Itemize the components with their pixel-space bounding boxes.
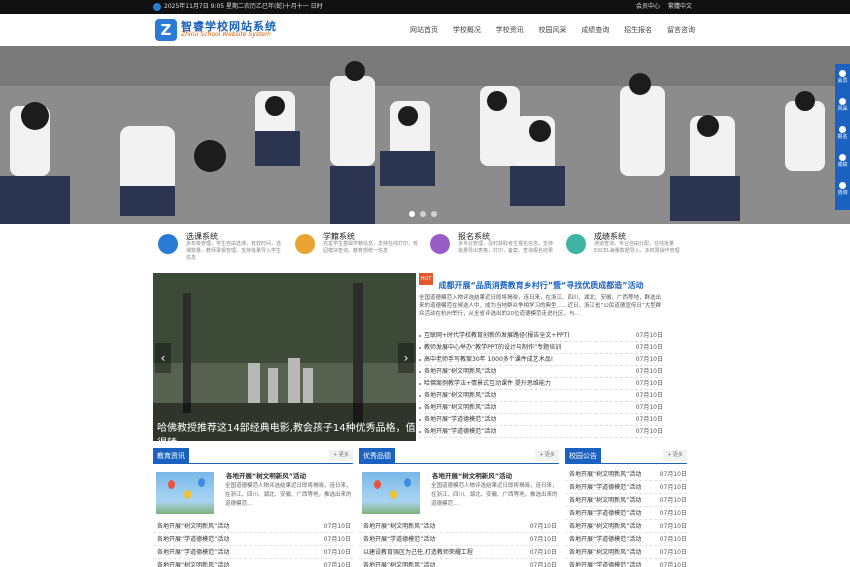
- nav-scores[interactable]: 成绩查询: [581, 23, 609, 37]
- hero-photo: [0, 46, 850, 224]
- column-header: 校园公告 + 更多: [565, 448, 687, 464]
- column-virtues: 优秀品德 + 更多 各地开展“树文明新风”活动 全国道德模范人物评选结果近日即将…: [359, 448, 559, 567]
- hero-dot-2[interactable]: [420, 211, 426, 217]
- balloon-icon: [404, 478, 411, 487]
- balloon-icon: [198, 478, 205, 487]
- list-item[interactable]: 各地开展“学道德模范”活动 07月10日: [565, 507, 687, 520]
- float-scores[interactable]: 成绩: [835, 152, 850, 170]
- balloon-icon: [184, 490, 191, 499]
- featured-summary: 全国道德模范人物评选结果近日即将揭晓，连日来，在浙江、四川、湖北、安徽、广西等地…: [225, 483, 352, 507]
- feature-scores[interactable]: 成绩系统 通道查询，专业自由分配，在线批量EXCEL海量数据导入，多权限操作管理: [561, 228, 691, 268]
- nav-campus[interactable]: 校园风采: [538, 23, 566, 37]
- slider-prev-button[interactable]: ‹: [155, 343, 171, 373]
- site-subtitle: Zhirui School Website System: [181, 31, 271, 38]
- list-item[interactable]: 各地开展“树文明新风”活动 07月10日: [359, 559, 559, 567]
- list-item[interactable]: 各地开展“树文明新风”活动 07月10日: [419, 366, 663, 378]
- chart-icon: [839, 154, 846, 161]
- more-link[interactable]: + 更多: [535, 450, 559, 461]
- nav-news[interactable]: 学校资讯: [496, 23, 524, 37]
- more-link[interactable]: + 更多: [329, 450, 353, 461]
- feature-student-records[interactable]: 学籍系统 完善学生基础学籍信息，支持在线打印，校园模块查询，教育部统一信息: [290, 228, 420, 268]
- float-campus[interactable]: 风采: [835, 96, 850, 114]
- list-item[interactable]: 各地开展“学道德模范”活动 07月10日: [153, 546, 353, 559]
- main-nav: 网站首页 学校概况 学校资讯 校园风采 成绩查询 招生报名 留言咨询: [410, 23, 695, 37]
- nav-about[interactable]: 学校概况: [453, 23, 481, 37]
- column-header: 教育资讯 + 更多: [153, 448, 353, 464]
- date-text: 2025年11月7日 9:05 星期二农历乙巳年(蛇)十月十一 日时: [164, 3, 323, 10]
- hero-dot-1[interactable]: [409, 211, 415, 217]
- float-enroll[interactable]: 报名: [835, 124, 850, 142]
- list-item[interactable]: 各地开展“学道德模范”活动 07月10日: [419, 414, 663, 426]
- column-header: 优秀品德 + 更多: [359, 448, 559, 464]
- nav-message[interactable]: 留言咨询: [667, 23, 695, 37]
- tab-notices[interactable]: 校园公告: [565, 448, 601, 464]
- feature-course-selection[interactable]: 选课系统 多年级管理，学生自由选课，有效时间，选课数量，教师录报管理，支持批量导…: [153, 228, 283, 268]
- hero-banner[interactable]: [0, 46, 850, 224]
- list-item[interactable]: 各地开展“学道德模范”活动 07月10日: [153, 533, 353, 546]
- list-item[interactable]: 各地开展“树文明新风”活动 07月10日: [359, 520, 559, 533]
- side-float-bar: 会员 风采 报名 成绩 咨询: [835, 64, 850, 210]
- balloon-image[interactable]: [362, 472, 420, 514]
- features-row: 选课系统 多年级管理，学生自由选课，有效时间，选课数量，教师录报管理，支持批量导…: [153, 228, 693, 268]
- student-icon: [295, 234, 315, 254]
- column-education-news: 教育资讯 + 更多 各地开展“树文明新风”活动 全国道德模范人物评选结果近日即将…: [153, 448, 353, 567]
- list-item[interactable]: 各地开展“树文明新风”活动 07月10日: [153, 520, 353, 533]
- balloon-image[interactable]: [156, 472, 214, 514]
- tab-virtues[interactable]: 优秀品德: [359, 448, 395, 464]
- headline-summary: 全国道德模范入物评选结果近日即将揭晓，连日来，在浙江、四川、湖北、安徽、广西等地…: [419, 295, 662, 317]
- more-link[interactable]: + 更多: [663, 450, 687, 461]
- enroll-icon: [430, 234, 450, 254]
- list-item[interactable]: 各地开展“学道德模范”活动 07月10日: [565, 533, 687, 546]
- list-item[interactable]: 各地开展“树文明新风”活动 07月10日: [565, 494, 687, 507]
- nav-home[interactable]: 网站首页: [410, 23, 438, 37]
- traditional-chinese-link[interactable]: 繁體中文: [668, 3, 692, 10]
- balloon-icon: [390, 490, 397, 499]
- column-notices: 校园公告 + 更多 各地开展“树文明新风”活动 07月10日 各地开展“学道德模范…: [565, 448, 687, 567]
- headline-title[interactable]: 成都开展“品质消费教育乡村行”暨“寻找优质成都造”活动: [419, 280, 663, 291]
- list-item[interactable]: 各地开展“树文明新风”活动 07月10日: [419, 390, 663, 402]
- list-item[interactable]: 各地开展“树文明新风”活动 07月10日: [565, 520, 687, 533]
- list-item[interactable]: 各地开展“树文明新风”活动 07月10日: [153, 559, 353, 567]
- slider-caption[interactable]: 哈佛教授推荐这14部经典电影,教会孩子14种优秀品格，值得转: [157, 419, 416, 441]
- slider-next-button[interactable]: ›: [398, 343, 414, 373]
- featured-title[interactable]: 各地开展“树文明新风”活动: [432, 470, 512, 480]
- top-links: 会员中心 繁體中文: [630, 2, 692, 12]
- list-item[interactable]: 各地开展“树文明新风”活动 07月10日: [565, 546, 687, 559]
- score-icon: [566, 234, 586, 254]
- list-item[interactable]: 各地开展“树文明新风”活动 07月10日: [419, 402, 663, 414]
- user-icon: [839, 70, 846, 77]
- headline-article[interactable]: HOT 成都开展“品质消费教育乡村行”暨“寻找优质成都造”活动 全国道德模范入物…: [419, 273, 663, 331]
- feature-enrollment[interactable]: 报名系统 多专业管理，及时获取考生报名信息，支持批量导出表格，打印，备案，查询报…: [425, 228, 555, 268]
- list-item[interactable]: 各地开展“学道德模范”活动 07月10日: [565, 481, 687, 494]
- float-member[interactable]: 会员: [835, 68, 850, 86]
- featured-summary: 全国道德模范人物评选结果近日即将揭晓，连日来，在浙江、四川、湖北、安徽、广西等地…: [431, 483, 558, 507]
- list-item[interactable]: 教师发展中心举办“教学PPT的设计与制作”专题培训 07月10日: [419, 342, 663, 354]
- header: Z 智睿学校网站系统 Zhirui School Website System …: [0, 14, 850, 46]
- slider-photo: [153, 273, 416, 441]
- tab-education-news[interactable]: 教育资讯: [153, 448, 189, 464]
- list-item[interactable]: 互联网+时代学校教育创新的发展路径(报告全文+PPT) 07月10日: [419, 330, 663, 342]
- list-item[interactable]: 各地开展“树文明新风”活动 07月10日: [565, 468, 687, 481]
- chat-icon: [839, 182, 846, 189]
- top-bar: 2025年11月7日 9:05 星期二农历乙巳年(蛇)十月十一 日时 会员中心 …: [0, 0, 850, 14]
- nav-enroll[interactable]: 招生报名: [624, 23, 652, 37]
- balloon-icon: [374, 480, 381, 489]
- form-icon: [839, 126, 846, 133]
- list-item[interactable]: 高中老师手写教案30年 1000多个课件成艺术品! 07月10日: [419, 354, 663, 366]
- float-consult[interactable]: 咨询: [835, 180, 850, 198]
- list-item[interactable]: 以建设教育强区为己任,打造教师荣耀工程 07月10日: [359, 546, 559, 559]
- list-item[interactable]: 各地开展“学道德模范”活动 07月10日: [565, 559, 687, 567]
- hero-dot-3[interactable]: [431, 211, 437, 217]
- list-item[interactable]: 各地开展“学道德模范”活动 07月10日: [359, 533, 559, 546]
- site-logo[interactable]: Z: [155, 19, 177, 41]
- image-icon: [839, 98, 846, 105]
- member-center-link[interactable]: 会员中心: [636, 3, 660, 10]
- course-icon: [158, 234, 178, 254]
- featured-title[interactable]: 各地开展“树文明新风”活动: [226, 470, 306, 480]
- list-item[interactable]: 哈佛案例教学法+情景式互动课件 提升思维能力 07月10日: [419, 378, 663, 390]
- globe-icon: [153, 3, 161, 11]
- list-item[interactable]: 各地开展“学道德模范”活动 07月10日: [419, 426, 663, 438]
- news-slider[interactable]: ‹ › 哈佛教授推荐这14部经典电影,教会孩子14种优秀品格，值得转: [153, 273, 416, 441]
- balloon-icon: [168, 480, 175, 489]
